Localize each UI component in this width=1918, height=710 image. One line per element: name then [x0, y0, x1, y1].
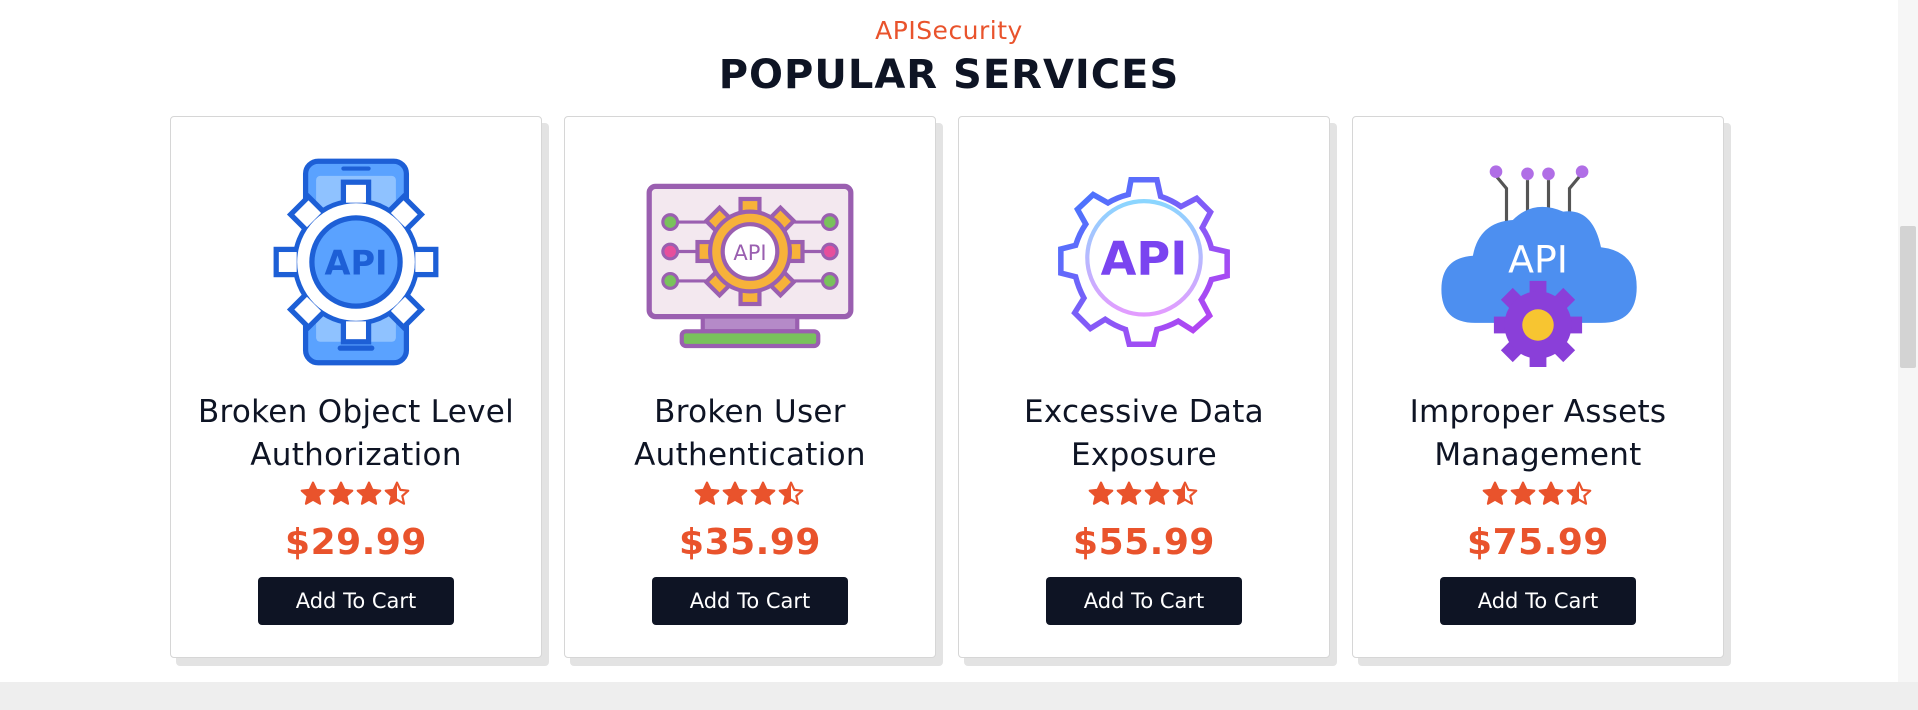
star-full-icon	[1116, 481, 1142, 505]
api-gear-icon: API	[1058, 176, 1230, 348]
api-monitor-gear-icon: API	[646, 183, 854, 349]
star-full-icon	[750, 481, 776, 505]
star-full-icon	[694, 481, 720, 505]
api-cloud-icon: API	[1441, 165, 1637, 367]
star-full-icon	[722, 481, 748, 505]
rating-stars	[1353, 481, 1723, 511]
page: APISecurity POPULAR SERVICES API Broken …	[0, 0, 1898, 682]
section-subtitle: APISecurity	[875, 16, 1023, 45]
api-phone-gear-icon: API	[273, 158, 439, 366]
svg-text:API: API	[1508, 238, 1568, 282]
star-full-icon	[1538, 481, 1564, 505]
rating-stars	[565, 481, 935, 511]
product-price: $75.99	[1467, 522, 1609, 563]
product-name: Improper Assets Management	[1409, 394, 1667, 473]
star-half-icon	[778, 481, 804, 505]
product-card: API Broken User Authentication $35.99 Ad…	[564, 116, 936, 658]
svg-text:API: API	[733, 241, 766, 265]
product-name: Broken User Authentication	[634, 394, 866, 473]
product-name: Broken Object Level Authorization	[197, 394, 515, 473]
svg-text:API: API	[324, 244, 387, 283]
star-full-icon	[356, 481, 382, 505]
rating-stars	[171, 481, 541, 511]
star-half-icon	[1172, 481, 1198, 505]
section-title: POPULAR SERVICES	[718, 52, 1180, 98]
scrollbar-thumb[interactable]	[1900, 226, 1916, 368]
star-full-icon	[1144, 481, 1170, 505]
product-price: $29.99	[285, 522, 427, 563]
rating-stars	[959, 481, 1329, 511]
add-to-cart-button[interactable]: Add To Cart	[652, 577, 848, 625]
star-half-icon	[1566, 481, 1592, 505]
add-to-cart-button[interactable]: Add To Cart	[1440, 577, 1636, 625]
product-card: API Broken Object Level Authorization $2…	[170, 116, 542, 658]
add-to-cart-button[interactable]: Add To Cart	[1046, 577, 1242, 625]
product-name: Excessive Data Exposure	[1024, 394, 1264, 473]
product-card: API Excessive Data Exposure $55.99 Add T…	[958, 116, 1330, 658]
product-card: API Improper Assets Management $75.99 Ad…	[1352, 116, 1724, 658]
star-full-icon	[300, 481, 326, 505]
svg-text:API: API	[1101, 232, 1188, 286]
product-price: $55.99	[1073, 522, 1215, 563]
page-footer-band	[0, 682, 1918, 710]
add-to-cart-button[interactable]: Add To Cart	[258, 577, 454, 625]
star-full-icon	[1482, 481, 1508, 505]
star-full-icon	[1510, 481, 1536, 505]
star-half-icon	[384, 481, 410, 505]
product-price: $35.99	[679, 522, 821, 563]
star-full-icon	[1088, 481, 1114, 505]
star-full-icon	[328, 481, 354, 505]
